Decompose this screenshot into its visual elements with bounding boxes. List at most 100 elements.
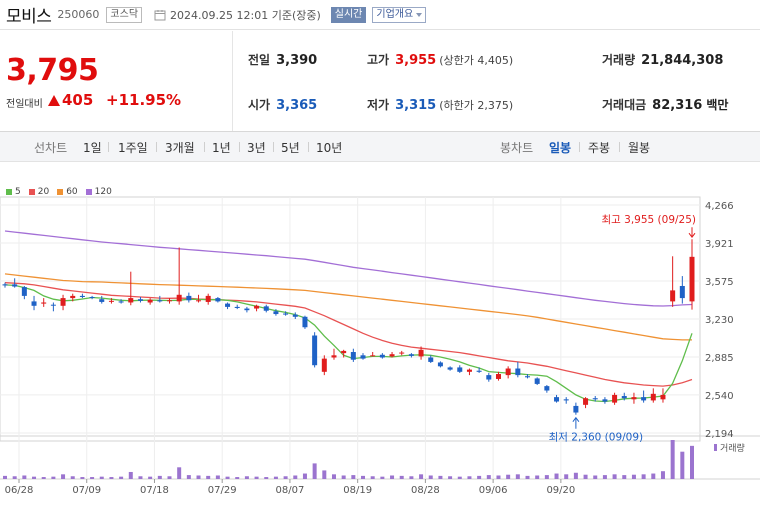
volume-bar [593,475,598,479]
candle-body [244,308,250,311]
volume-bar [109,477,114,479]
ma5-line [4,284,693,403]
candle-body [418,349,424,357]
x-tick-label: 08/07 [276,485,305,496]
candle-body [196,300,202,302]
candle-body [263,306,269,311]
range-1y[interactable]: 1년 [212,139,231,156]
stat-volume: 거래량 21,844,308 [602,51,723,68]
candle-chart-label: 봉차트 [500,141,534,155]
candle-body [650,393,656,401]
stat-prev-close: 전일 3,390 [248,51,317,68]
volume-bar [61,474,66,479]
price-summary: 3,795 전일대비 405 +11.95% 전일 3,390 고가 3,955 (상… [0,31,760,132]
stock-name: 모비스 [6,7,52,27]
low-annotation: 최저 2,360 (09/09) [549,432,644,444]
volume-bar [341,475,346,479]
volume-bar [419,474,424,479]
legend-swatch [6,189,12,195]
realtime-button[interactable]: 실시간 [330,6,367,23]
volume-bar [361,475,366,479]
company-overview-dropdown[interactable]: 기업개요 [372,6,427,23]
stat-value: 21,844,308 [641,53,724,68]
stat-label: 고가 [367,53,390,67]
range-10y[interactable]: 10년 [316,139,342,156]
volume-bar [651,473,656,479]
candle-body [602,399,608,402]
volume-bar [602,475,607,479]
volume-bar [525,475,530,479]
volume-bar [535,475,540,479]
ma60-line [4,273,692,341]
candle-body [360,355,366,359]
legend-swatch [85,189,92,195]
volume-bar [283,476,288,479]
volume-bar [496,475,501,479]
x-tick-label: 07/09 [72,485,101,496]
volume-bar [564,474,569,479]
volume-bar [206,475,211,479]
candle-body [50,304,56,306]
candlestick-chart: 4,266 3,921 3,575 3,230 2,885 2,540 2,194 06/28… [0,196,760,496]
stat-label: 거래대금 [602,98,647,112]
volume-bar [322,470,327,479]
period-weekly[interactable]: 주봉 [588,139,610,156]
candle-body [60,298,66,306]
volume-bar [3,475,7,479]
change-value: 405 [62,91,94,109]
candle-body [389,354,395,357]
y-tick-label: 4,266 [705,201,734,212]
volume-bar [660,471,665,479]
volume-bar [641,474,646,479]
candle-body [573,405,579,413]
volume-bar [32,476,37,479]
volume-bar [390,475,395,479]
stat-label: 저가 [367,98,390,112]
range-1d[interactable]: 1일 [83,139,102,156]
y-tick-label: 2,194 [705,429,734,440]
x-tick-label: 07/18 [140,485,169,496]
range-3m[interactable]: 3개월 [165,139,195,156]
candle-body [621,396,627,399]
range-5y[interactable]: 5년 [281,139,300,156]
volume-bar [554,473,559,479]
candle-body [147,299,153,303]
legend-swatch [57,189,64,195]
period-monthly[interactable]: 월봉 [628,139,650,156]
x-tick-label: 08/28 [411,485,440,496]
line-chart-label: 선차트 [34,141,68,155]
volume-bar [167,476,172,479]
candle-body [99,299,105,302]
volume-label: 거래량 [720,442,745,454]
candle-body [495,374,501,379]
volume-bar [186,475,191,479]
candle-body [631,397,637,400]
range-3y[interactable]: 3년 [247,139,266,156]
candle-body [128,298,134,303]
candle-body [21,287,27,296]
candle-body [79,295,85,297]
high-annotation: 최고 3,955 (09/25) [601,214,696,226]
stat-value: 3,365 [276,98,318,113]
volume-bar [215,475,220,479]
candle-body [350,352,356,360]
period-daily[interactable]: 일봉 [549,139,571,156]
candle-body [215,298,221,302]
volume-bar [138,476,143,479]
candle-body [89,296,95,298]
stat-value: 3,315 [395,98,437,113]
volume-bar [612,474,617,479]
candle-body [563,399,569,401]
volume-bar [312,463,317,479]
volume-bar [41,477,46,479]
candle-body [592,398,598,400]
volume-bar [428,475,433,479]
stat-low: 저가 3,315 (하한가 2,375) [367,96,513,113]
stat-label: 거래량 [602,53,636,67]
range-1w[interactable]: 1주일 [118,139,148,156]
candle-body [525,376,531,378]
volume-bar [273,476,278,479]
candle-body [108,300,114,302]
amount-unit: 백만 [706,98,729,112]
candle-body [137,299,143,301]
